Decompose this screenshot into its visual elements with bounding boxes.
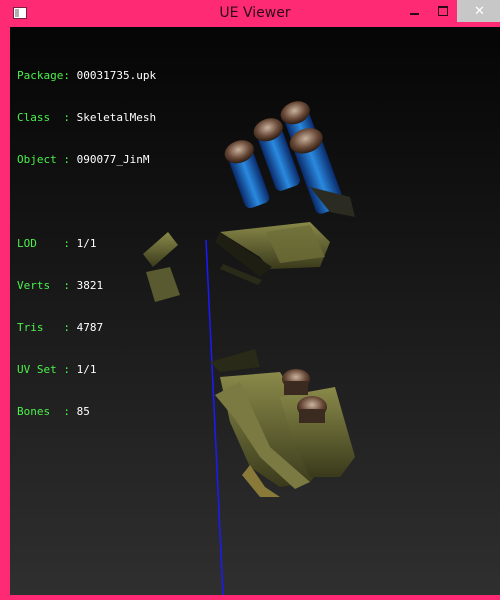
info-row-tris: Tris : 4787 (17, 321, 156, 335)
info-row-bones: Bones : 85 (17, 405, 156, 419)
minimize-button[interactable] (400, 0, 428, 22)
strap-upper (143, 222, 330, 302)
info-key: Bones : (17, 405, 77, 418)
info-value: 1/1 (76, 237, 97, 250)
info-key: UV Set : (17, 363, 77, 376)
info-row-lod: LOD : 1/1 (17, 237, 156, 251)
info-row-verts: Verts : 3821 (17, 279, 156, 293)
info-value: 4787 (76, 321, 104, 334)
info-value: 85 (76, 405, 90, 418)
info-row-package: Package: 00031735.upk (17, 69, 156, 83)
info-row-uvset: UV Set : 1/1 (17, 363, 156, 377)
maximize-icon (438, 6, 448, 16)
info-value: 00031735.upk (76, 69, 157, 82)
maximize-button[interactable] (429, 0, 457, 22)
app-window: UE Viewer ✕ Package: 00031735.upk Class … (0, 0, 500, 600)
info-value: SkeletalMesh (76, 111, 157, 124)
title-bar[interactable]: UE Viewer ✕ (5, 0, 500, 27)
info-row-class: Class : SkeletalMesh (17, 111, 156, 125)
info-key: Verts : (17, 279, 77, 292)
pack-lower (210, 349, 355, 497)
close-button[interactable]: ✕ (457, 0, 500, 22)
info-key: LOD : (17, 237, 77, 250)
info-key: Tris : (17, 321, 77, 334)
info-value: 1/1 (76, 363, 97, 376)
mesh-info-overlay: Package: 00031735.upk Class : SkeletalMe… (17, 41, 156, 447)
3d-viewport[interactable]: Package: 00031735.upk Class : SkeletalMe… (10, 27, 500, 595)
info-key: Package: (17, 69, 77, 82)
info-key: Object : (17, 153, 77, 166)
close-icon: ✕ (474, 3, 485, 19)
info-row-object: Object : 090077_JinM (17, 153, 156, 167)
info-key: Class : (17, 111, 77, 124)
info-value: 3821 (76, 279, 104, 292)
minimize-icon (409, 13, 419, 15)
canister-group-upper (224, 101, 355, 217)
axis-line (205, 239, 224, 595)
info-value: 090077_JinM (76, 153, 150, 166)
